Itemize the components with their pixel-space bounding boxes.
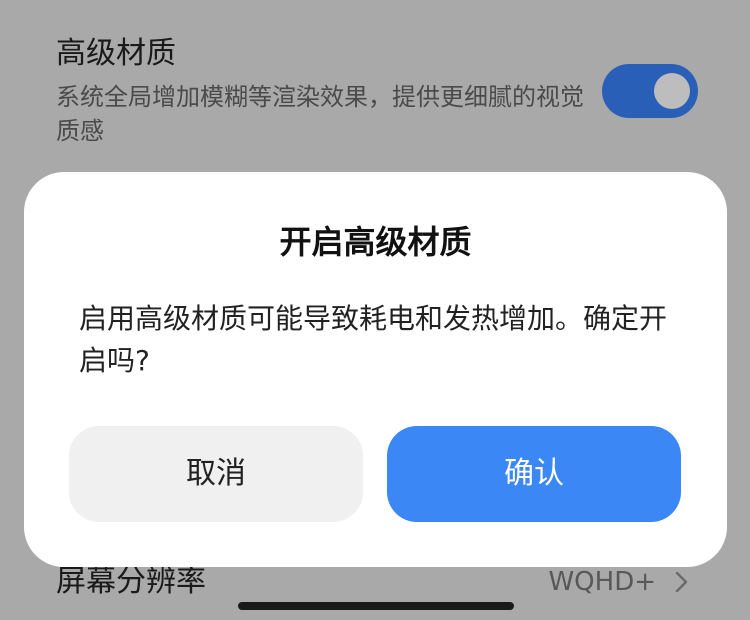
setting-title: 高级材质 <box>56 36 176 71</box>
advanced-material-setting: 高级材质 系统全局增加模糊等渲染效果，提供更细腻的视觉质感 <box>0 0 750 170</box>
dialog-message: 启用高级材质可能导致耗电和发热增加。确定开启吗? <box>79 302 668 377</box>
home-indicator[interactable] <box>238 602 514 610</box>
advanced-material-toggle[interactable] <box>602 64 698 118</box>
cancel-button[interactable]: 取消 <box>69 426 363 522</box>
confirm-button[interactable]: 确认 <box>387 426 681 522</box>
resolution-value: WQHD+ <box>548 567 656 597</box>
setting-description: 系统全局增加模糊等渲染效果，提供更细腻的视觉质感 <box>56 83 584 145</box>
confirm-dialog: 开启高级材质 启用高级材质可能导致耗电和发热增加。确定开启吗? 取消 确认 <box>24 172 727 567</box>
resolution-label: 屏幕分辨率 <box>56 564 206 599</box>
dialog-title: 开启高级材质 <box>279 223 472 261</box>
toggle-knob <box>654 73 690 109</box>
chevron-right-icon <box>675 572 688 592</box>
